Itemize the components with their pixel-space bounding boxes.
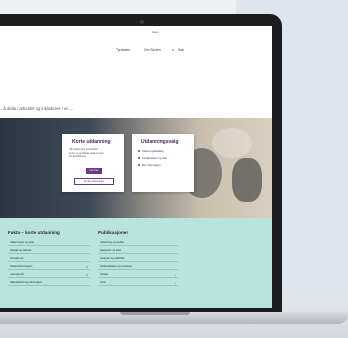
facts-link[interactable]: Søknadsfrist og informasjon xyxy=(8,280,90,286)
hero-figure xyxy=(232,158,262,202)
card-korte-utdanning: Korte utdanning Vår utdanning inneholder… xyxy=(62,134,124,192)
card-description: Vår utdanning inneholder korte og prakti… xyxy=(69,148,119,159)
chevron-right-icon: › xyxy=(175,273,176,277)
laptop-screen: Hjem Tjenester Om Skolen ⌕ Søk ...å delt… xyxy=(0,26,272,308)
bullet-icon xyxy=(138,164,140,167)
hero-highlight xyxy=(212,128,252,158)
publication-link[interactable]: Undersøkelser og resultater xyxy=(98,264,178,270)
card-title: Korte utdanning xyxy=(72,139,111,145)
laptop-hinge-notch xyxy=(120,312,190,315)
bullet-icon xyxy=(138,157,140,160)
external-link-icon: ↗ xyxy=(85,273,88,277)
search-icon[interactable]: ⌕ xyxy=(172,47,174,52)
publication-link[interactable]: Notater › xyxy=(98,272,178,278)
nav-item-om-skolen[interactable]: Om Skolen xyxy=(144,48,161,52)
facts-link[interactable]: Utdanninger og yrker xyxy=(8,240,90,246)
top-bar: Hjem xyxy=(0,26,272,44)
top-link[interactable]: Hjem xyxy=(152,30,159,34)
facts-link[interactable]: Læringsmål ↗ xyxy=(8,272,90,278)
webcam-icon xyxy=(140,20,144,24)
publication-link[interactable]: Analyser og statistikk xyxy=(98,256,178,262)
list-item[interactable]: Studieplasser og valg xyxy=(138,157,167,160)
chevron-right-icon: › xyxy=(175,281,176,285)
publications-title: Publikasjoner xyxy=(98,230,129,235)
main-navigation: Tjenester Om Skolen ⌕ Søk xyxy=(0,44,272,59)
bullet-icon xyxy=(138,150,140,153)
all-educations-button[interactable]: Se alle utdanninger xyxy=(74,178,114,185)
publication-link[interactable]: Arkiv › xyxy=(98,280,178,286)
card-text-line: for arbeidslivet xyxy=(69,155,86,159)
facts-link[interactable]: Opptak og søknad xyxy=(8,248,90,254)
facts-section: Fakta – korte utdanning Publikasjoner Ut… xyxy=(0,218,272,308)
facts-title: Fakta – korte utdanning xyxy=(8,230,60,235)
list-item[interactable]: Mer informasjon xyxy=(138,164,161,167)
card-title: Utdanningsvalg xyxy=(141,139,179,145)
nav-item-tjenester[interactable]: Tjenester xyxy=(116,48,130,52)
card-utdanningsvalg: Utdanningsvalg Utdanningskatalog Studiep… xyxy=(132,134,194,192)
facts-link[interactable]: Kontakt oss xyxy=(8,256,90,262)
facts-link[interactable]: Studentinformasjon ↗ xyxy=(8,264,90,270)
external-link-icon: ↗ xyxy=(85,265,88,269)
intro-text: ...å delta i arbeidet og inkluderes i en… xyxy=(0,106,74,111)
list-item[interactable]: Utdanningskatalog xyxy=(138,150,164,153)
card-read-more-button[interactable]: Les mer xyxy=(86,168,102,174)
intro-section: ...å delta i arbeidet og inkluderes i en… xyxy=(0,58,272,125)
nav-item-sok[interactable]: Søk xyxy=(178,48,184,52)
publication-link[interactable]: Rapporter og data xyxy=(98,248,178,254)
publication-link[interactable]: Veiledning og studier xyxy=(98,240,178,246)
